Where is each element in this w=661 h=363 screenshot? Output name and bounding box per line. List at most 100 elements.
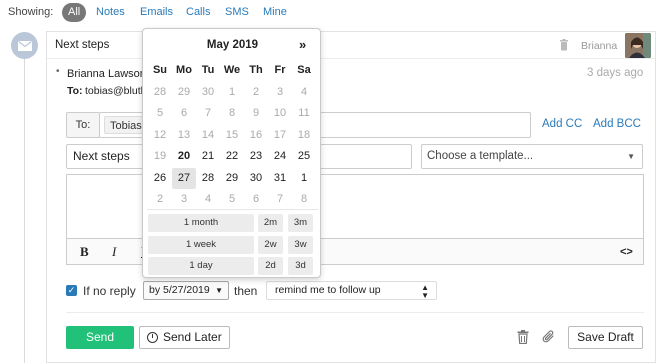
preset-1-week[interactable]: 1 week — [148, 236, 254, 254]
save-draft-button[interactable]: Save Draft — [568, 326, 643, 349]
email-message-row[interactable]: • Brianna Lawson To: tobias@blutl 3 days… — [47, 60, 655, 104]
template-select[interactable]: Choose a template... ▼ — [421, 144, 643, 169]
calendar-day: 6 — [180, 107, 188, 119]
calendar-day[interactable]: 6 — [244, 189, 268, 210]
add-cc-link[interactable]: Add CC — [542, 118, 582, 130]
bullet-icon: • — [56, 66, 60, 77]
clock-icon — [147, 332, 158, 343]
weekday-header: Su Mo Tu We Th Fr Sa — [147, 60, 318, 82]
calendar-day[interactable]: 21 — [196, 146, 220, 167]
code-view-button[interactable]: <> — [620, 246, 633, 258]
filter-emails[interactable]: Emails — [134, 3, 179, 22]
calendar-month-title: May 2019 — [206, 39, 259, 51]
calendar-day: 17 — [273, 128, 287, 141]
up-down-caret-icon: ▲ ▼ — [421, 283, 429, 300]
caret-down-icon: ▼ — [627, 152, 635, 161]
preset-3-weeks[interactable]: 3w — [288, 236, 313, 254]
calendar-day: 28 — [153, 85, 167, 98]
divider — [147, 209, 318, 210]
recipient-email: tobias@blutl — [85, 85, 143, 97]
calendar-day[interactable]: 1 — [292, 168, 316, 189]
calendar-day: 8 — [228, 107, 236, 119]
email-card-header[interactable]: Next steps Brianna — [47, 32, 655, 59]
calendar-day[interactable]: 5 — [220, 189, 244, 210]
send-later-label: Send Later — [163, 330, 222, 344]
filter-all[interactable]: All — [62, 3, 87, 22]
weekday-label: Th — [249, 64, 263, 76]
calendar-day: 12 — [153, 128, 167, 141]
calendar-day[interactable]: 24 — [268, 146, 292, 167]
weekday-label: We — [223, 64, 241, 76]
calendar-day[interactable]: 8 — [292, 189, 316, 210]
calendar-day: 18 — [297, 128, 311, 141]
preset-1-day[interactable]: 1 day — [148, 257, 254, 275]
send-button[interactable]: Send — [66, 326, 134, 349]
attachment-paperclip-icon[interactable] — [542, 330, 556, 347]
follow-up-action-select[interactable]: remind me to follow up ▲ ▼ — [266, 281, 437, 300]
calendar-grid: Su Mo Tu We Th Fr Sa 28 29 30 1 2 3 4 5 … — [147, 60, 318, 211]
calendar-day[interactable]: 4 — [196, 189, 220, 210]
calendar-week: 26 27 28 29 30 31 1 — [147, 167, 318, 190]
calendar-week: 28 29 30 1 2 3 4 — [147, 82, 318, 104]
preset-1-month[interactable]: 1 month — [148, 214, 254, 232]
avatar — [625, 33, 651, 58]
timeline-line — [24, 55, 25, 363]
follow-up-date-dropdown[interactable]: by 5/27/2019 ▼ — [143, 281, 229, 300]
date-picker-popup: May 2019 » Su Mo Tu We Th Fr Sa 28 29 30… — [142, 28, 321, 278]
filter-mine[interactable]: Mine — [257, 3, 293, 22]
caret-down-icon: ▼ — [215, 286, 223, 295]
calendar-day[interactable]: 31 — [268, 168, 292, 189]
email-card: Next steps Brianna • Brianna Lawson To: … — [46, 31, 656, 363]
next-month-button[interactable]: » — [299, 37, 306, 52]
weekday-label: Mo — [176, 64, 192, 76]
template-select-value: Choose a template... — [427, 150, 534, 162]
calendar-day-today[interactable]: 20 — [172, 146, 196, 167]
calendar-day[interactable]: 2 — [148, 189, 172, 210]
preset-3-days[interactable]: 3d — [288, 257, 313, 275]
calendar-day[interactable]: 3 — [172, 189, 196, 210]
discard-trash-icon[interactable] — [517, 330, 529, 347]
send-later-button[interactable]: Send Later — [139, 326, 230, 349]
italic-button[interactable]: I — [112, 244, 116, 260]
calendar-day: 10 — [273, 107, 287, 119]
calendar-day[interactable]: 28 — [196, 168, 220, 189]
filter-notes[interactable]: Notes — [90, 3, 131, 22]
calendar-week: 19 20 21 22 23 24 25 — [147, 146, 318, 168]
calendar-day: 14 — [201, 128, 215, 141]
calendar-day[interactable]: 29 — [220, 168, 244, 189]
calendar-day: 7 — [204, 107, 212, 119]
trash-icon[interactable] — [559, 39, 569, 54]
preset-3-months[interactable]: 3m — [288, 214, 313, 232]
bold-button[interactable]: B — [80, 244, 89, 260]
add-bcc-link[interactable]: Add BCC — [593, 118, 641, 130]
calendar-day: 1 — [228, 85, 236, 98]
calendar-day[interactable]: 30 — [244, 168, 268, 189]
calendar-day: 19 — [153, 150, 167, 162]
email-subject: Next steps — [55, 39, 110, 51]
weekday-label: Fr — [274, 64, 286, 76]
calendar-day-selected[interactable]: 27 — [172, 167, 196, 189]
calendar-day[interactable]: 22 — [220, 146, 244, 167]
preset-2-weeks[interactable]: 2w — [258, 236, 283, 254]
preset-2-months[interactable]: 2m — [258, 214, 283, 232]
preset-2-days[interactable]: 2d — [258, 257, 283, 275]
calendar-week: 5 6 7 8 9 10 11 — [147, 103, 318, 125]
calendar-day: 3 — [276, 85, 284, 98]
filter-calls[interactable]: Calls — [180, 3, 216, 22]
filter-sms[interactable]: SMS — [219, 3, 255, 22]
email-timestamp: 3 days ago — [587, 67, 644, 79]
then-label: then — [234, 284, 258, 298]
follow-up-checkbox[interactable]: ✓ — [66, 285, 77, 296]
calendar-day: 11 — [298, 107, 310, 119]
calendar-day: 4 — [300, 85, 308, 98]
calendar-day[interactable]: 23 — [244, 146, 268, 167]
calendar-day[interactable]: 26 — [148, 168, 172, 189]
calendar-day[interactable]: 7 — [268, 189, 292, 210]
calendar-day: 13 — [177, 128, 191, 141]
follow-up-action-value: remind me to follow up — [275, 284, 381, 296]
calendar-day: 2 — [252, 85, 260, 98]
to-field-label[interactable]: To: — [66, 112, 100, 138]
calendar-day[interactable]: 25 — [292, 146, 316, 167]
divider — [66, 312, 644, 313]
follow-up-date-value: by 5/27/2019 — [149, 284, 210, 296]
